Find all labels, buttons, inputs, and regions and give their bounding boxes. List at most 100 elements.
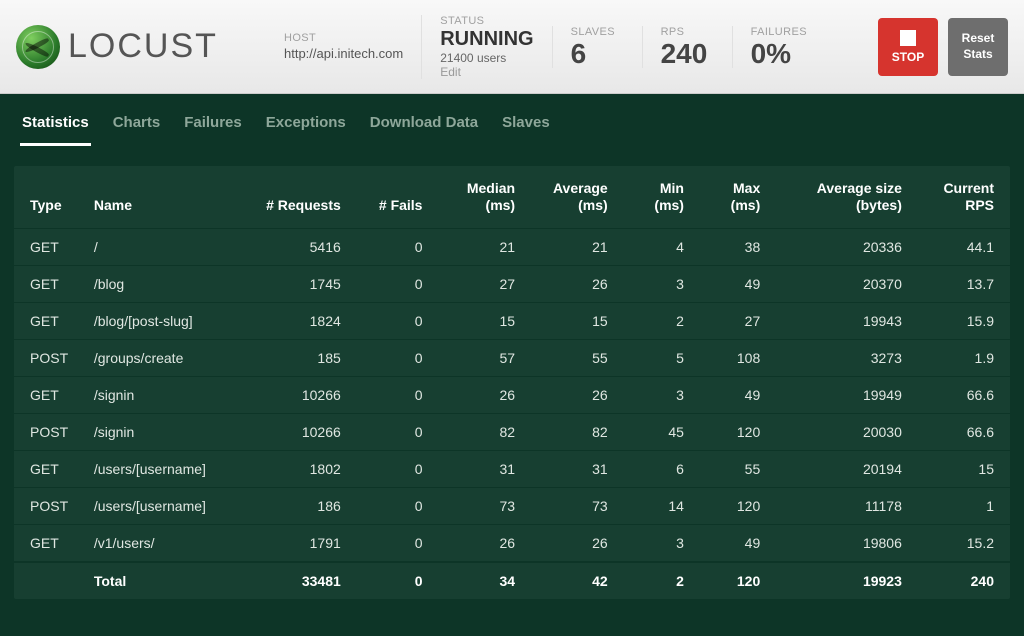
col-current-rps[interactable]: Current RPS xyxy=(912,166,1010,228)
host-block: HOST http://api.initech.com xyxy=(266,32,421,61)
cell-fails: 0 xyxy=(351,302,433,339)
cell-median: 57 xyxy=(432,339,525,376)
cell-requests: 10266 xyxy=(247,413,351,450)
cell-fails: 0 xyxy=(351,265,433,302)
cell-average: 42 xyxy=(525,562,618,599)
cell-requests: 1802 xyxy=(247,450,351,487)
cell-type: GET xyxy=(14,302,84,339)
col-max[interactable]: Max (ms) xyxy=(694,166,770,228)
cell-fails: 0 xyxy=(351,339,433,376)
cell-average: 73 xyxy=(525,487,618,524)
tab-statistics[interactable]: Statistics xyxy=(20,108,91,146)
cell-type: POST xyxy=(14,339,84,376)
cell-name: Total xyxy=(84,562,247,599)
header-buttons: STOP Reset Stats xyxy=(864,18,1008,76)
cell-max: 49 xyxy=(694,265,770,302)
cell-fails: 0 xyxy=(351,376,433,413)
rps-label: RPS xyxy=(661,26,714,38)
cell-name: /groups/create xyxy=(84,339,247,376)
cell-fails: 0 xyxy=(351,228,433,265)
host-value: http://api.initech.com xyxy=(284,46,403,61)
cell-max: 120 xyxy=(694,562,770,599)
cell-requests: 1791 xyxy=(247,524,351,562)
cell-min: 5 xyxy=(618,339,694,376)
cell-size: 19923 xyxy=(770,562,912,599)
tab-download-data[interactable]: Download Data xyxy=(368,108,480,146)
edit-link[interactable]: Edit xyxy=(440,65,533,79)
cell-rps: 13.7 xyxy=(912,265,1010,302)
failures-block: FAILURES 0% xyxy=(732,26,825,68)
col-name[interactable]: Name xyxy=(84,166,247,228)
table-row: GET/5416021214382033644.1 xyxy=(14,228,1010,265)
col-average[interactable]: Average (ms) xyxy=(525,166,618,228)
cell-fails: 0 xyxy=(351,524,433,562)
cell-min: 4 xyxy=(618,228,694,265)
cell-median: 26 xyxy=(432,524,525,562)
stop-icon xyxy=(900,30,916,46)
slaves-value: 6 xyxy=(571,40,624,68)
reset-stats-button[interactable]: Reset Stats xyxy=(948,18,1008,76)
cell-name: /blog xyxy=(84,265,247,302)
tab-exceptions[interactable]: Exceptions xyxy=(264,108,348,146)
stats-table-wrap: Type Name # Requests # Fails Median (ms)… xyxy=(14,166,1010,599)
table-row: GET/users/[username]1802031316552019415 xyxy=(14,450,1010,487)
stop-button-label: STOP xyxy=(892,50,924,64)
cell-max: 49 xyxy=(694,524,770,562)
col-median[interactable]: Median (ms) xyxy=(432,166,525,228)
cell-average: 55 xyxy=(525,339,618,376)
stop-button[interactable]: STOP xyxy=(878,18,938,76)
slaves-block: SLAVES 6 xyxy=(552,26,642,68)
cell-type: GET xyxy=(14,524,84,562)
cell-requests: 186 xyxy=(247,487,351,524)
cell-type: GET xyxy=(14,265,84,302)
cell-rps: 1.9 xyxy=(912,339,1010,376)
host-label: HOST xyxy=(284,32,403,44)
cell-average: 26 xyxy=(525,524,618,562)
cell-average: 15 xyxy=(525,302,618,339)
cell-min: 2 xyxy=(618,562,694,599)
cell-min: 2 xyxy=(618,302,694,339)
cell-size: 20336 xyxy=(770,228,912,265)
cell-name: /users/[username] xyxy=(84,487,247,524)
status-value: RUNNING xyxy=(440,29,533,50)
cell-rps: 15.2 xyxy=(912,524,1010,562)
failures-label: FAILURES xyxy=(751,26,807,38)
cell-requests: 5416 xyxy=(247,228,351,265)
tab-slaves[interactable]: Slaves xyxy=(500,108,552,146)
top-header: LOCUST HOST http://api.initech.com STATU… xyxy=(0,0,1024,94)
cell-size: 11178 xyxy=(770,487,912,524)
cell-max: 27 xyxy=(694,302,770,339)
cell-min: 14 xyxy=(618,487,694,524)
cell-median: 26 xyxy=(432,376,525,413)
cell-size: 3273 xyxy=(770,339,912,376)
cell-type: POST xyxy=(14,487,84,524)
col-type[interactable]: Type xyxy=(14,166,84,228)
nav-tabs: Statistics Charts Failures Exceptions Do… xyxy=(0,94,1024,146)
cell-rps: 1 xyxy=(912,487,1010,524)
cell-rps: 240 xyxy=(912,562,1010,599)
col-avg-size[interactable]: Average size (bytes) xyxy=(770,166,912,228)
cell-average: 82 xyxy=(525,413,618,450)
cell-max: 38 xyxy=(694,228,770,265)
users-count: 21400 users xyxy=(440,51,533,65)
cell-average: 26 xyxy=(525,265,618,302)
cell-rps: 66.6 xyxy=(912,376,1010,413)
cell-max: 108 xyxy=(694,339,770,376)
tab-charts[interactable]: Charts xyxy=(111,108,163,146)
col-fails[interactable]: # Fails xyxy=(351,166,433,228)
status-block: STATUS RUNNING 21400 users Edit xyxy=(421,15,551,79)
cell-size: 19943 xyxy=(770,302,912,339)
cell-size: 19806 xyxy=(770,524,912,562)
cell-requests: 1824 xyxy=(247,302,351,339)
cell-name: /signin xyxy=(84,413,247,450)
tab-failures[interactable]: Failures xyxy=(182,108,244,146)
col-requests[interactable]: # Requests xyxy=(247,166,351,228)
cell-rps: 15.9 xyxy=(912,302,1010,339)
cell-name: /blog/[post-slug] xyxy=(84,302,247,339)
cell-fails: 0 xyxy=(351,562,433,599)
cell-max: 55 xyxy=(694,450,770,487)
col-min[interactable]: Min (ms) xyxy=(618,166,694,228)
cell-max: 120 xyxy=(694,413,770,450)
cell-size: 20030 xyxy=(770,413,912,450)
table-row: POST/users/[username]1860737314120111781 xyxy=(14,487,1010,524)
